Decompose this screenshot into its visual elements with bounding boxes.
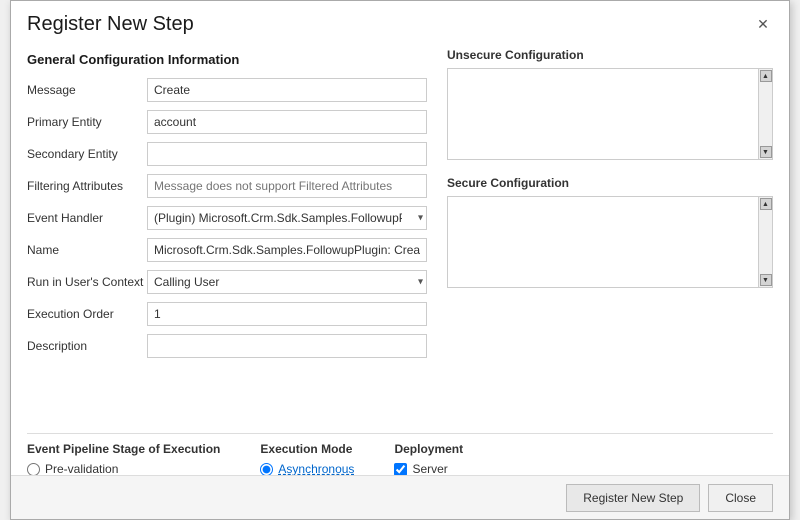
secure-config-textarea[interactable] [448, 197, 758, 287]
execution-order-row: Execution Order [27, 301, 427, 327]
dialog-body: General Configuration Information Messag… [11, 40, 789, 425]
message-row: Message [27, 77, 427, 103]
name-label: Name [27, 243, 147, 257]
secure-scroll-down[interactable]: ▼ [760, 274, 772, 286]
description-input[interactable] [147, 334, 427, 358]
message-label: Message [27, 83, 147, 97]
unsecure-config-textarea[interactable] [448, 69, 758, 159]
primary-entity-label: Primary Entity [27, 115, 147, 129]
description-row: Description [27, 333, 427, 359]
event-handler-row: Event Handler (Plugin) Microsoft.Crm.Sdk… [27, 205, 427, 231]
execution-mode-title: Execution Mode [260, 442, 354, 456]
dialog: Register New Step ✕ General Configuratio… [10, 0, 790, 520]
register-new-step-button[interactable]: Register New Step [566, 484, 700, 512]
name-input[interactable] [147, 238, 427, 262]
execution-order-label: Execution Order [27, 307, 147, 321]
close-button[interactable]: Close [708, 484, 773, 512]
secure-scroll-up[interactable]: ▲ [760, 198, 772, 210]
unsecure-config-block: Unsecure Configuration ▲ ▼ [447, 48, 773, 160]
asynchronous-radio[interactable] [260, 463, 273, 476]
event-handler-select[interactable]: (Plugin) Microsoft.Crm.Sdk.Samples.Follo… [147, 206, 427, 230]
server-row: Server [394, 462, 463, 476]
pre-validation-row: Pre-validation [27, 462, 220, 476]
dialog-title: Register New Step [27, 13, 194, 36]
title-close-button[interactable]: ✕ [753, 15, 773, 35]
description-label: Description [27, 339, 147, 353]
unsecure-config-box: ▲ ▼ [447, 68, 773, 160]
run-context-row: Run in User's Context Calling User ▾ [27, 269, 427, 295]
secondary-entity-row: Secondary Entity [27, 141, 427, 167]
asynchronous-row: Asynchronous [260, 462, 354, 476]
right-panel: Unsecure Configuration ▲ ▼ Secure Config… [447, 48, 773, 365]
server-checkbox[interactable] [394, 463, 407, 476]
run-context-select[interactable]: Calling User [147, 270, 427, 294]
pre-validation-label: Pre-validation [45, 462, 118, 476]
secondary-entity-label: Secondary Entity [27, 147, 147, 161]
divider [27, 433, 773, 434]
unsecure-scrollbar: ▲ ▼ [758, 69, 772, 159]
unsecure-config-title: Unsecure Configuration [447, 48, 773, 62]
execution-order-input[interactable] [147, 302, 427, 326]
filtering-label: Filtering Attributes [27, 179, 147, 193]
title-bar: Register New Step ✕ [11, 1, 789, 40]
unsecure-scroll-up[interactable]: ▲ [760, 70, 772, 82]
message-input[interactable] [147, 78, 427, 102]
secure-config-title: Secure Configuration [447, 176, 773, 190]
secure-config-block: Secure Configuration ▲ ▼ [447, 176, 773, 288]
event-handler-label: Event Handler [27, 211, 147, 225]
secondary-entity-input[interactable] [147, 142, 427, 166]
event-handler-wrapper: (Plugin) Microsoft.Crm.Sdk.Samples.Follo… [147, 206, 427, 230]
stage-title: Event Pipeline Stage of Execution [27, 442, 220, 456]
asynchronous-label: Asynchronous [278, 462, 354, 476]
general-config-title: General Configuration Information [27, 52, 427, 67]
unsecure-scroll-down[interactable]: ▼ [760, 146, 772, 158]
deployment-title: Deployment [394, 442, 463, 456]
pre-validation-radio[interactable] [27, 463, 40, 476]
run-context-wrapper: Calling User ▾ [147, 270, 427, 294]
secure-config-box: ▲ ▼ [447, 196, 773, 288]
filtering-input[interactable] [147, 174, 427, 198]
left-panel: General Configuration Information Messag… [27, 48, 427, 365]
primary-entity-input[interactable] [147, 110, 427, 134]
filtering-row: Filtering Attributes [27, 173, 427, 199]
run-context-label: Run in User's Context [27, 275, 147, 289]
footer: Register New Step Close [11, 475, 789, 519]
secure-scrollbar: ▲ ▼ [758, 197, 772, 287]
server-label: Server [412, 462, 447, 476]
name-row: Name [27, 237, 427, 263]
primary-entity-row: Primary Entity [27, 109, 427, 135]
